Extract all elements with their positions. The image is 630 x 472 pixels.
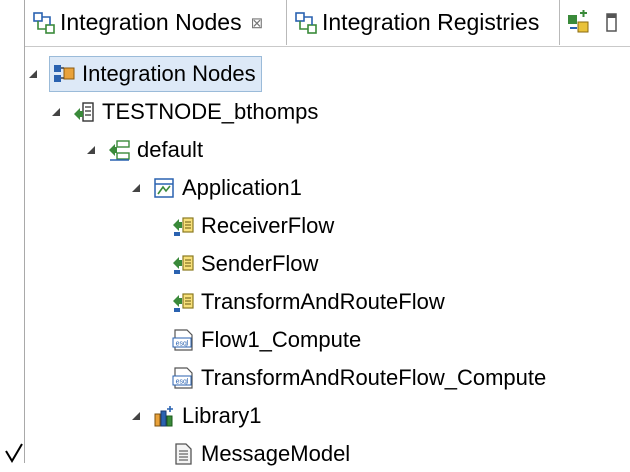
svg-text:esql: esql (176, 341, 189, 348)
tree-item-label: default (137, 137, 204, 162)
tree-item-application[interactable]: Application1 (128, 170, 302, 206)
selected-item: Integration Nodes (49, 56, 262, 92)
integration-registries-tab-icon (295, 11, 317, 34)
tree-item-label: Flow1_Compute (201, 327, 362, 352)
svg-text:esql: esql (176, 379, 189, 386)
expand-toggle-icon[interactable] (48, 104, 64, 120)
message-flow-icon (173, 293, 194, 312)
tree-item-message-flow[interactable]: ReceiverFlow (171, 208, 334, 244)
tree-item-label: TESTNODE_bthomps (102, 99, 319, 124)
tree-item-integration-nodes[interactable]: Integration Nodes (25, 56, 262, 92)
tree-item-label: TransformAndRouteFlow_Compute (201, 365, 547, 390)
tree-item-message-model[interactable]: MessageModel (171, 436, 350, 472)
integration-server-icon (109, 140, 130, 161)
tab-integration-registries[interactable]: Integration Registries (287, 0, 560, 45)
integration-nodes-icon (54, 65, 75, 82)
integration-node-icon (74, 102, 94, 122)
integration-nodes-tab-icon (33, 11, 55, 34)
tab-integration-nodes-label: Integration Nodes (60, 9, 242, 35)
document-icon (175, 443, 192, 465)
tree-item-message-flow[interactable]: SenderFlow (171, 246, 318, 282)
expand-toggle-icon[interactable] (83, 142, 99, 158)
tab-integration-registries-label: Integration Registries (322, 9, 540, 35)
esql-icon: esql (172, 329, 193, 351)
tree-item-node[interactable]: TESTNODE_bthomps (48, 94, 318, 130)
tree-item-esql-file[interactable]: esql TransformAndRouteFlow_Compute (171, 360, 546, 396)
tab-integration-nodes[interactable]: Integration Nodes ⊠ (25, 0, 287, 45)
integration-nodes-view: Integration Nodes ⊠ Integration Registri… (24, 0, 630, 466)
tree-item-label: Integration Nodes (82, 61, 256, 86)
close-tab-icon[interactable]: ⊠ (251, 14, 264, 32)
expand-toggle-icon[interactable] (128, 408, 144, 424)
application-icon (154, 178, 174, 198)
tree-item-library[interactable]: Library1 (128, 398, 261, 434)
tree-item-label: Library1 (182, 403, 262, 428)
tree-item-esql-file[interactable]: esql Flow1_Compute (171, 322, 361, 358)
expand-toggle-icon[interactable] (128, 180, 144, 196)
expand-toggle-icon[interactable] (25, 66, 41, 82)
tree-item-label: MessageModel (201, 441, 351, 466)
view-tab-bar: Integration Nodes ⊠ Integration Registri… (25, 0, 630, 47)
tree-item-label: SenderFlow (201, 251, 319, 276)
esql-icon: esql (172, 367, 193, 389)
message-flow-icon (173, 255, 194, 274)
tree-item-label: TransformAndRouteFlow (201, 289, 445, 314)
tree-item-label: Application1 (182, 175, 302, 200)
new-node-icon[interactable] (565, 10, 591, 36)
window-edge-mark (0, 440, 24, 463)
minimize-icon[interactable] (599, 10, 625, 36)
message-flow-icon (173, 217, 194, 236)
tree-item-label: ReceiverFlow (201, 213, 335, 238)
library-icon (154, 406, 173, 427)
tree-item-message-flow[interactable]: TransformAndRouteFlow (171, 284, 445, 320)
tree-item-server[interactable]: default (83, 132, 203, 168)
